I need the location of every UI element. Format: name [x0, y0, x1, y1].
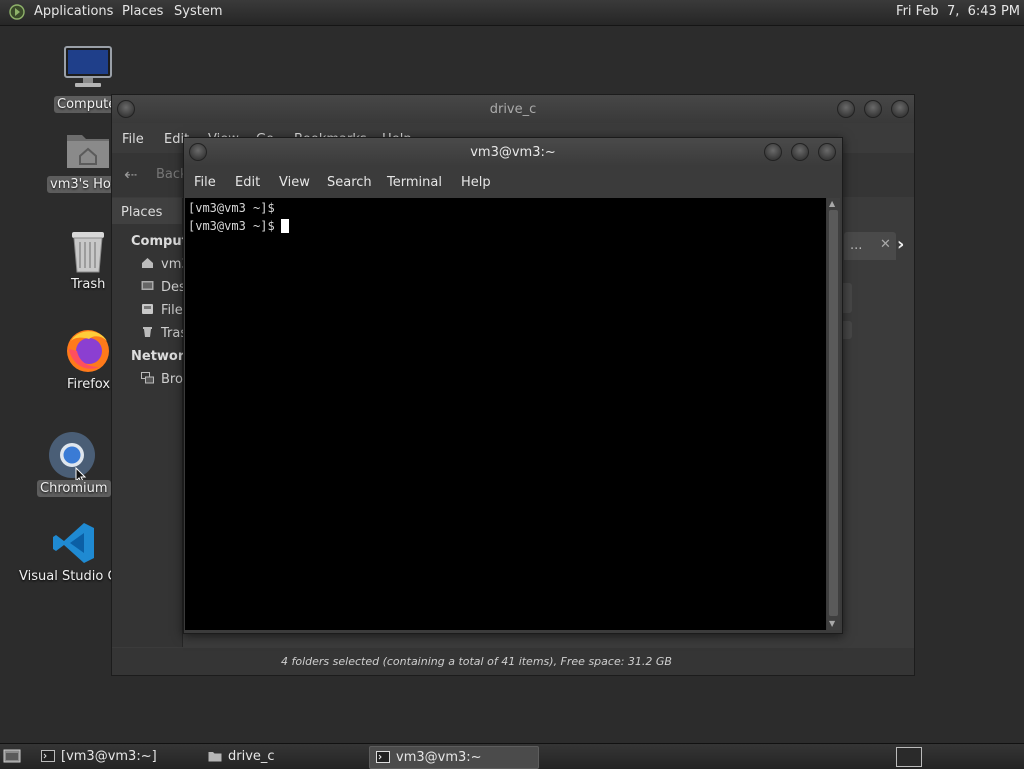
menu-edit[interactable]: Edit [235, 175, 260, 190]
home-icon [142, 258, 153, 268]
trash-icon [143, 327, 152, 337]
close-icon[interactable] [891, 100, 909, 118]
terminal-titlebar[interactable]: vm3@vm3:~ [184, 138, 842, 166]
status-bar: 4 folders selected (containing a total o… [112, 648, 914, 675]
places-menu[interactable]: Places [122, 4, 163, 19]
menu-file[interactable]: File [194, 175, 216, 190]
back-arrow-icon[interactable]: ⇠ [124, 165, 137, 184]
minimize-icon[interactable] [837, 100, 855, 118]
terminal-menubar: File Edit View Search Terminal Help [184, 168, 842, 196]
window-title: drive_c [489, 102, 537, 117]
workspace-switcher[interactable] [896, 747, 922, 767]
chromium-icon [49, 432, 95, 478]
terminal-line: [vm3@vm3 ~]$ [188, 219, 289, 233]
window-title: vm3@vm3:~ [470, 145, 556, 160]
drive-icon [142, 304, 153, 314]
desktop-label: Chromium [37, 480, 111, 497]
applications-menu-icon[interactable] [9, 4, 25, 20]
vscode-icon [53, 523, 94, 563]
scrollbar-thumb[interactable] [829, 210, 838, 616]
tab-close-icon[interactable]: ✕ [880, 237, 891, 252]
taskbar-label: drive_c [228, 749, 275, 764]
file-manager-titlebar[interactable]: drive_c [112, 95, 914, 123]
trash-icon [72, 232, 104, 273]
computer-icon [64, 46, 112, 87]
terminal-window[interactable]: vm3@vm3:~ File Edit View Search Terminal… [183, 137, 843, 634]
minimize-icon[interactable] [764, 143, 782, 161]
show-desktop-icon[interactable] [3, 748, 21, 764]
sidebar-header-label: Places [121, 205, 163, 220]
network-icon [141, 372, 154, 384]
path-tab-label: ... [850, 238, 863, 253]
desktop-label: Firefox [67, 377, 111, 392]
terminal-scrollbar[interactable]: ▲ ▼ [827, 198, 840, 630]
scroll-down-icon[interactable]: ▼ [829, 619, 835, 628]
chevron-right-icon[interactable]: › [897, 234, 904, 255]
taskbar-label: [vm3@vm3:~] [61, 749, 157, 764]
menu-search[interactable]: Search [327, 175, 372, 190]
taskbar-label: vm3@vm3:~ [396, 750, 482, 765]
sidebar-header[interactable]: Places [112, 198, 182, 224]
status-text: 4 folders selected (containing a total o… [281, 655, 672, 668]
menu-file[interactable]: File [122, 132, 144, 147]
folder-icon [208, 752, 222, 762]
home-folder-icon [67, 135, 109, 168]
scroll-up-icon[interactable]: ▲ [829, 199, 835, 208]
system-menu[interactable]: System [174, 4, 222, 19]
menu-help[interactable]: Help [461, 175, 491, 190]
menu-view[interactable]: View [279, 175, 310, 190]
top-panel: Applications Places System Fri Feb 7, 6:… [0, 0, 1024, 26]
firefox-icon [67, 330, 109, 372]
maximize-icon[interactable] [864, 100, 882, 118]
terminal-icon [376, 751, 390, 763]
applications-menu[interactable]: Applications [34, 4, 113, 19]
close-icon[interactable] [818, 143, 836, 161]
desktop-label: Trash [71, 277, 106, 292]
taskbar-item-terminal-active[interactable]: vm3@vm3:~ [369, 746, 539, 769]
clock[interactable]: Fri Feb 7, 6:43 PM [896, 4, 1020, 19]
taskbar-item-drive-c[interactable]: drive_c [202, 746, 365, 767]
terminal-screen[interactable]: [vm3@vm3 ~]$ [vm3@vm3 ~]$ [185, 198, 826, 630]
text-cursor [280, 219, 289, 233]
terminal-line: [vm3@vm3 ~]$ [188, 201, 275, 215]
taskbar-item-terminal[interactable]: [vm3@vm3:~] [35, 746, 197, 767]
desktop-icon [141, 281, 154, 290]
places-sidebar: Places Computer vm3 Desktop File System … [112, 198, 267, 647]
menu-terminal[interactable]: Terminal [387, 175, 442, 190]
terminal-icon [41, 750, 55, 762]
bottom-panel: [vm3@vm3:~] drive_c vm3@vm3:~ [0, 743, 1024, 769]
maximize-icon[interactable] [791, 143, 809, 161]
